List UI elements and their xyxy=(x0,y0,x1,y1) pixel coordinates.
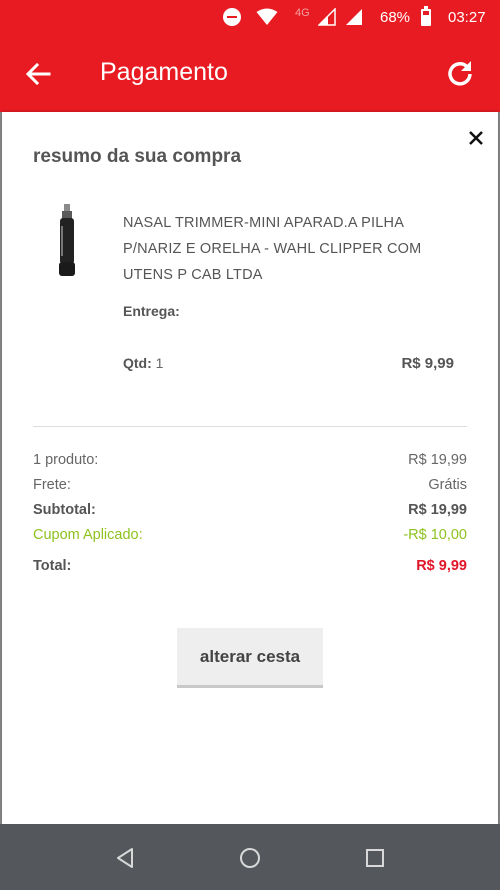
network-type: 4G xyxy=(295,7,310,19)
refresh-button[interactable] xyxy=(440,54,480,94)
circle-home-icon xyxy=(240,848,260,868)
nav-home-button[interactable] xyxy=(232,840,268,876)
total-label: Total: xyxy=(33,558,72,574)
square-recents-icon xyxy=(366,849,384,867)
change-cart-button[interactable]: alterar cesta xyxy=(177,628,323,688)
battery-icon xyxy=(421,0,431,34)
subtotal-row: Subtotal: R$ 19,99 xyxy=(33,502,467,527)
back-button[interactable] xyxy=(20,56,56,92)
products-row: 1 produto: R$ 19,99 xyxy=(33,452,467,477)
quantity-label: Qtd: xyxy=(123,355,152,371)
wifi-icon xyxy=(256,0,278,34)
signal-icon xyxy=(318,0,336,34)
do-not-disturb-icon xyxy=(223,0,241,34)
status-bar: 4G 68% 03:27 xyxy=(0,0,500,34)
coupon-value: -R$ 10,00 xyxy=(403,527,467,543)
subtotal-label: Subtotal: xyxy=(33,502,96,518)
item-price: R$ 9,99 xyxy=(401,355,454,372)
system-nav-bar xyxy=(0,824,500,890)
delivery-label: Entrega: xyxy=(123,303,180,319)
products-label: 1 produto: xyxy=(33,452,99,468)
subtotal-value: R$ 19,99 xyxy=(408,502,467,518)
signal-icon xyxy=(345,0,363,34)
summary-title: resumo da sua compra xyxy=(33,146,242,167)
shipping-value: Grátis xyxy=(428,477,467,493)
shipping-row: Frete: Grátis xyxy=(33,477,467,502)
triangle-back-icon xyxy=(117,848,133,868)
total-row: Total: R$ 9,99 xyxy=(33,558,467,583)
app-bar: Pagamento xyxy=(0,34,500,112)
close-button[interactable] xyxy=(464,126,488,150)
totals-summary: 1 produto: R$ 19,99 Frete: Grátis Subtot… xyxy=(33,452,467,583)
total-value: R$ 9,99 xyxy=(416,558,467,574)
product-image xyxy=(54,204,80,276)
arrow-left-icon xyxy=(25,63,51,85)
quantity-value: 1 xyxy=(155,355,164,371)
coupon-label: Cupom Aplicado: xyxy=(33,527,143,543)
shipping-label: Frete: xyxy=(33,477,71,493)
battery-percent: 68% xyxy=(380,8,411,26)
coupon-row: Cupom Aplicado: -R$ 10,00 xyxy=(33,527,467,552)
page-title: Pagamento xyxy=(100,58,228,86)
products-value: R$ 19,99 xyxy=(408,452,467,468)
purchase-summary-dialog: resumo da sua compra NASAL TRIMMER-MINI … xyxy=(2,112,498,824)
quantity: Qtd: 1 xyxy=(123,355,163,371)
nav-recents-button[interactable] xyxy=(357,840,393,876)
divider xyxy=(33,426,467,427)
product-name: NASAL TRIMMER-MINI APARAD.A PILHA P/NARI… xyxy=(123,215,422,283)
close-icon xyxy=(469,131,483,145)
clock: 03:27 xyxy=(448,8,486,26)
nav-back-button[interactable] xyxy=(107,840,143,876)
refresh-icon xyxy=(448,61,472,86)
